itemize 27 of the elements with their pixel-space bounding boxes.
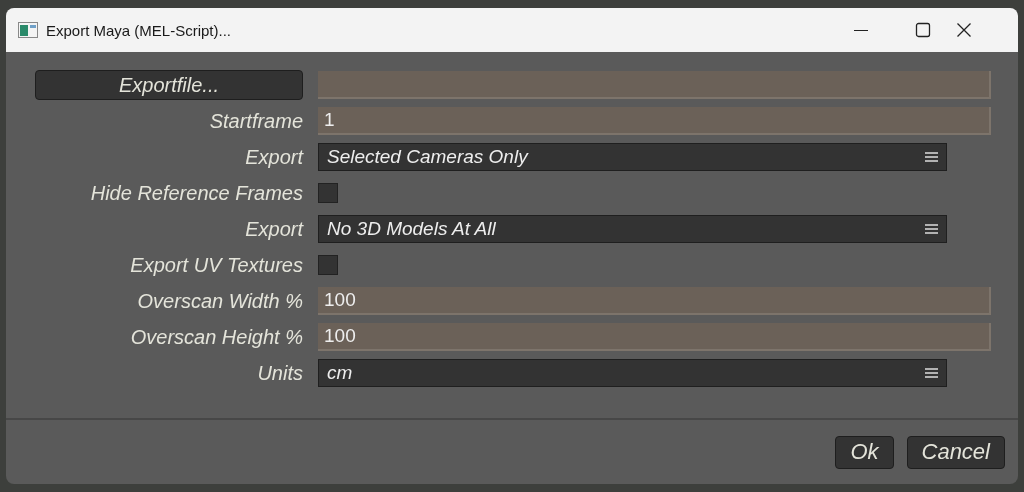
- menu-icon: [925, 368, 938, 378]
- dropdown[interactable]: No 3D Models At All: [318, 215, 947, 243]
- dropdown[interactable]: cm: [318, 359, 947, 387]
- cancel-button[interactable]: Cancel: [906, 435, 1005, 469]
- field-label: Export: [245, 145, 303, 169]
- field-label: Startframe: [209, 109, 303, 133]
- dropdown[interactable]: Selected Cameras Only: [318, 143, 947, 171]
- menu-icon: [925, 224, 938, 234]
- app-icon: [18, 22, 38, 38]
- input-field[interactable]: 100: [318, 323, 991, 351]
- close-icon[interactable]: [956, 22, 972, 38]
- ok-button[interactable]: Ok: [835, 435, 894, 469]
- export-file-button[interactable]: Exportfile...: [35, 70, 303, 100]
- field-label: Units: [257, 361, 303, 385]
- menu-icon: [925, 152, 938, 162]
- field-label: Overscan Width %: [137, 289, 303, 313]
- maximize-icon[interactable]: [915, 22, 931, 38]
- checkbox[interactable]: [318, 255, 338, 275]
- checkbox[interactable]: [318, 183, 338, 203]
- field-label: Overscan Height %: [130, 325, 303, 349]
- input-field[interactable]: 1: [318, 107, 991, 135]
- field-label: Hide Reference Frames: [90, 181, 303, 205]
- field-label: Export UV Textures: [130, 253, 303, 277]
- file-path-field[interactable]: [318, 71, 991, 99]
- field-label: Export: [245, 217, 303, 241]
- window-title: Export Maya (MEL-Script)...: [46, 21, 232, 39]
- input-field[interactable]: 100: [318, 287, 991, 315]
